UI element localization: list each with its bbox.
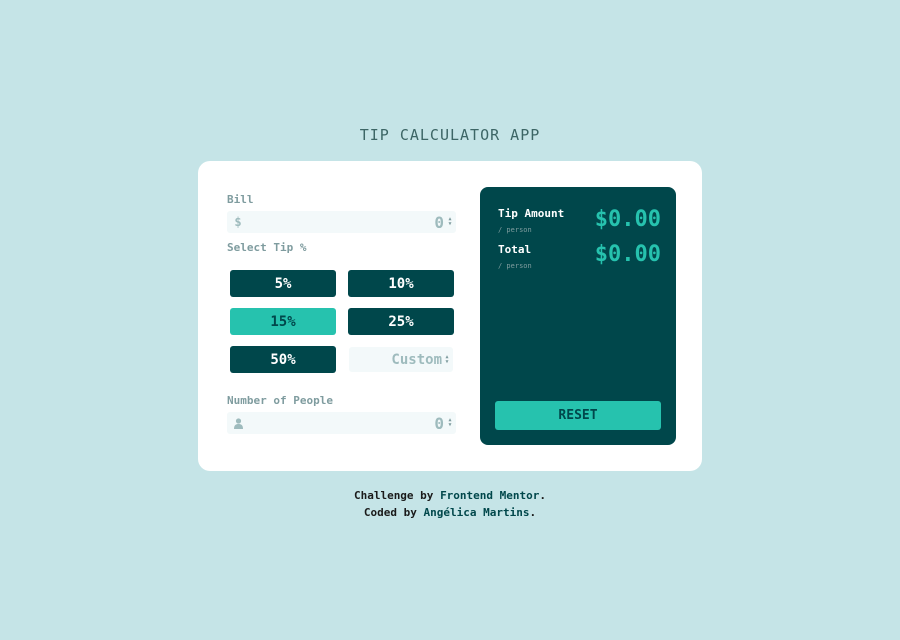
attribution-line-1: Challenge by Frontend Mentor. (0, 489, 900, 502)
reset-button[interactable]: RESET (495, 401, 661, 430)
spinner-icon[interactable]: ▲ ▼ (443, 354, 451, 366)
select-tip-label: Select Tip % (227, 241, 307, 254)
tip-button-15[interactable]: 15% (230, 308, 336, 335)
custom-tip-placeholder[interactable]: Custom (391, 352, 443, 368)
author-link[interactable]: Angélica Martins (424, 506, 530, 519)
attribution-line-2: Coded by Angélica Martins. (0, 506, 900, 519)
people-input[interactable]: 0 ▲ ▼ (227, 412, 456, 434)
frontend-mentor-link[interactable]: Frontend Mentor (440, 489, 539, 502)
bill-input[interactable]: $ 0 ▲ ▼ (227, 211, 456, 233)
tip-amount-label: Tip Amount (498, 207, 565, 220)
bill-value[interactable]: 0 (249, 213, 446, 232)
result-panel: Tip Amount / person $0.00 Total / person… (480, 187, 676, 445)
app-title: TIP CALCULATOR APP (359, 126, 541, 144)
spinner-icon[interactable]: ▲ ▼ (446, 216, 454, 228)
tip-button-10[interactable]: 10% (348, 270, 454, 297)
tip-amount-value: $0.00 (594, 207, 661, 232)
bill-label: Bill (227, 193, 254, 206)
tip-button-25[interactable]: 25% (348, 308, 454, 335)
attribution-text: Coded by (363, 506, 417, 519)
attribution-period: . (529, 506, 537, 519)
tip-button-50[interactable]: 50% (230, 346, 336, 373)
tip-amount-sub: / person (498, 226, 532, 234)
people-value[interactable]: 0 (249, 414, 446, 433)
total-sub: / person (498, 262, 532, 270)
dollar-icon: $ (234, 215, 242, 229)
person-icon (227, 417, 249, 429)
attribution-text: Challenge by (353, 489, 434, 502)
total-label: Total (498, 243, 532, 256)
total-value: $0.00 (594, 242, 661, 267)
tip-button-5[interactable]: 5% (230, 270, 336, 297)
people-label: Number of People (227, 394, 333, 407)
attribution-period: . (539, 489, 547, 502)
custom-tip-input[interactable]: Custom ▲ ▼ (349, 347, 453, 372)
spinner-icon[interactable]: ▲ ▼ (446, 417, 454, 429)
